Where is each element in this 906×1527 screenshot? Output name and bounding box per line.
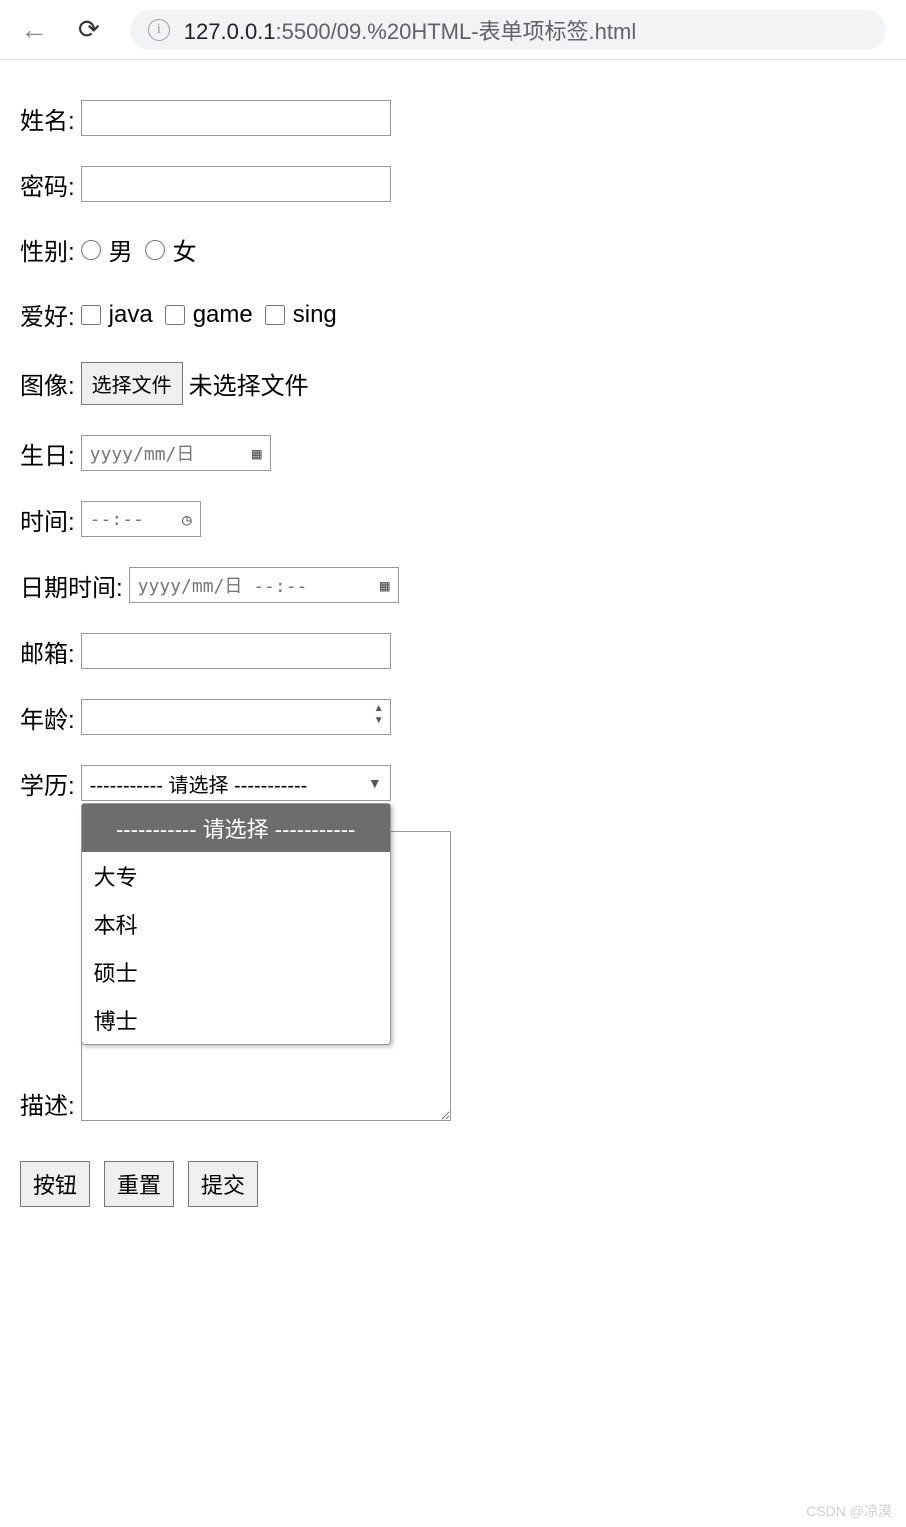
gender-female-radio[interactable] bbox=[145, 240, 165, 260]
age-input[interactable]: ▲ ▼ bbox=[81, 699, 391, 735]
clock-icon[interactable]: ◷ bbox=[182, 510, 192, 529]
browser-toolbar: ← ⟳ i 127.0.0.1:5500/09.%20HTML-表单项标签.ht… bbox=[0, 0, 906, 60]
hobby-sing-checkbox[interactable] bbox=[265, 305, 285, 325]
email-input[interactable] bbox=[81, 633, 391, 669]
name-row: 姓名: bbox=[20, 100, 886, 136]
url-path: :5500/09.%20HTML-表单项标签.html bbox=[276, 19, 637, 44]
password-input[interactable] bbox=[81, 166, 391, 202]
time-label: 时间: bbox=[20, 502, 75, 537]
email-label: 邮箱: bbox=[20, 634, 75, 669]
email-row: 邮箱: bbox=[20, 633, 886, 669]
age-row: 年龄: ▲ ▼ bbox=[20, 699, 886, 735]
hobby-game-checkbox[interactable] bbox=[165, 305, 185, 325]
button-row: 按钮 重置 提交 bbox=[20, 1161, 886, 1207]
info-icon[interactable]: i bbox=[148, 19, 170, 41]
education-option-boshi[interactable]: 博士 bbox=[82, 996, 390, 1044]
gender-female-label: 女 bbox=[173, 232, 197, 267]
education-option-benke[interactable]: 本科 bbox=[82, 900, 390, 948]
calendar-icon[interactable]: ▦ bbox=[252, 444, 262, 463]
number-spinner[interactable]: ▲ ▼ bbox=[374, 704, 384, 726]
address-url: 127.0.0.1:5500/09.%20HTML-表单项标签.html bbox=[184, 14, 636, 46]
education-option-dazhuan[interactable]: 大专 bbox=[82, 852, 390, 900]
reload-icon[interactable]: ⟳ bbox=[78, 14, 100, 45]
description-label: 描述: bbox=[20, 1086, 75, 1121]
education-label: 学历: bbox=[20, 766, 75, 801]
reset-button[interactable]: 重置 bbox=[104, 1161, 174, 1207]
spinner-up-icon[interactable]: ▲ bbox=[374, 704, 384, 714]
name-input[interactable] bbox=[81, 100, 391, 136]
education-selected-value: ----------- 请选择 ----------- bbox=[90, 769, 308, 798]
hobby-row: 爱好: java game sing bbox=[20, 297, 886, 332]
submit-button[interactable]: 提交 bbox=[188, 1161, 258, 1207]
hobby-java-checkbox[interactable] bbox=[81, 305, 101, 325]
birthday-row: 生日: yyyy/mm/日 ▦ bbox=[20, 435, 886, 471]
back-icon[interactable]: ← bbox=[20, 14, 48, 46]
hobby-label: 爱好: bbox=[20, 297, 75, 332]
image-label: 图像: bbox=[20, 366, 75, 401]
datetime-row: 日期时间: yyyy/mm/日 --:-- ▦ bbox=[20, 567, 886, 603]
education-select[interactable]: ----------- 请选择 ----------- ▼ bbox=[81, 765, 391, 801]
gender-label: 性别: bbox=[20, 232, 75, 267]
watermark: CSDN @凉漠 bbox=[806, 1501, 892, 1521]
education-dropdown: ----------- 请选择 ----------- 大专 本科 硕士 博士 bbox=[81, 803, 391, 1045]
hobby-sing-label: sing bbox=[293, 301, 337, 329]
age-label: 年龄: bbox=[20, 700, 75, 735]
name-label: 姓名: bbox=[20, 101, 75, 136]
file-status: 未选择文件 bbox=[189, 366, 309, 401]
time-row: 时间: --:-- ◷ bbox=[20, 501, 886, 537]
hobby-java-label: java bbox=[109, 301, 153, 329]
education-option-shuoshi[interactable]: 硕士 bbox=[82, 948, 390, 996]
spinner-down-icon[interactable]: ▼ bbox=[374, 716, 384, 726]
birthday-input[interactable]: yyyy/mm/日 ▦ bbox=[81, 435, 271, 471]
datetime-label: 日期时间: bbox=[20, 568, 123, 603]
image-row: 图像: 选择文件 未选择文件 bbox=[20, 362, 886, 405]
birthday-placeholder: yyyy/mm/日 bbox=[90, 440, 195, 466]
gender-male-radio[interactable] bbox=[81, 240, 101, 260]
button-button[interactable]: 按钮 bbox=[20, 1161, 90, 1207]
password-row: 密码: bbox=[20, 166, 886, 202]
datetime-placeholder: yyyy/mm/日 --:-- bbox=[138, 572, 308, 598]
birthday-label: 生日: bbox=[20, 436, 75, 471]
education-row: 学历: ----------- 请选择 ----------- ▼ ------… bbox=[20, 765, 886, 801]
gender-male-label: 男 bbox=[109, 232, 133, 267]
education-option-placeholder[interactable]: ----------- 请选择 ----------- bbox=[82, 804, 390, 852]
calendar-icon[interactable]: ▦ bbox=[380, 576, 390, 595]
chevron-down-icon: ▼ bbox=[368, 775, 382, 791]
url-host: 127.0.0.1 bbox=[184, 19, 276, 44]
datetime-input[interactable]: yyyy/mm/日 --:-- ▦ bbox=[129, 567, 399, 603]
password-label: 密码: bbox=[20, 167, 75, 202]
file-choose-button[interactable]: 选择文件 bbox=[81, 362, 183, 405]
time-input[interactable]: --:-- ◷ bbox=[81, 501, 201, 537]
address-bar[interactable]: i 127.0.0.1:5500/09.%20HTML-表单项标签.html bbox=[130, 10, 886, 50]
time-placeholder: --:-- bbox=[90, 509, 144, 530]
hobby-game-label: game bbox=[193, 301, 253, 329]
gender-row: 性别: 男 女 bbox=[20, 232, 886, 267]
